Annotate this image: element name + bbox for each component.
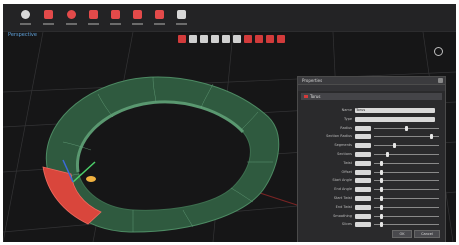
- object-name: Torus: [310, 94, 321, 99]
- add-button[interactable]: [108, 8, 123, 27]
- property-slider[interactable]: [374, 204, 439, 210]
- property-label: Radius: [340, 125, 352, 130]
- slider-knob[interactable]: [429, 134, 433, 140]
- property-slider[interactable]: [374, 187, 439, 193]
- property-value-field[interactable]: [355, 152, 371, 157]
- property-label: Sections: [337, 152, 352, 156]
- panel-subtitle: [298, 85, 445, 91]
- slider-knob[interactable]: [380, 213, 384, 219]
- property-row: Start Twist: [298, 195, 445, 202]
- torus-mesh: [42, 76, 280, 233]
- slider-knob[interactable]: [405, 125, 408, 131]
- property-slider[interactable]: [374, 196, 439, 201]
- property-slider[interactable]: [374, 152, 439, 157]
- property-row: Offset: [298, 169, 445, 176]
- ok-button[interactable]: OK: [392, 230, 412, 238]
- property-value-field[interactable]: [355, 125, 371, 131]
- property-value-field[interactable]: [355, 143, 371, 149]
- property-slider[interactable]: [374, 160, 439, 166]
- property-label: Start Angle: [332, 178, 352, 183]
- grid-button[interactable]: [152, 8, 167, 27]
- property-value-field[interactable]: [355, 178, 371, 184]
- close-icon[interactable]: [438, 78, 443, 83]
- property-slider[interactable]: [374, 178, 439, 184]
- property-label: Offset: [341, 169, 352, 174]
- plus-icon: [111, 10, 120, 19]
- property-value-field[interactable]: [355, 116, 435, 122]
- wrench-button[interactable]: [174, 8, 189, 27]
- wrench-icon: [177, 10, 186, 19]
- property-row: Radius: [298, 125, 445, 132]
- property-row: Sections: [298, 151, 445, 158]
- slider-knob[interactable]: [380, 178, 384, 184]
- property-label: Slices: [341, 222, 352, 227]
- object-row[interactable]: Torus: [301, 93, 442, 100]
- grid-icon: [155, 10, 164, 19]
- property-row: Segments: [298, 142, 445, 149]
- slider-knob[interactable]: [380, 222, 384, 228]
- properties-panel: Properties Torus Name Torus Type Radius Sect…: [297, 76, 446, 242]
- object-color-swatch: [304, 95, 308, 98]
- sphere-icon: [67, 10, 76, 19]
- property-label: Smoothing: [333, 213, 352, 218]
- move-button[interactable]: [130, 8, 145, 27]
- new-button[interactable]: [18, 8, 33, 27]
- property-row: Start Angle: [298, 177, 445, 184]
- property-row: Twist: [298, 160, 445, 167]
- property-label: Name: [341, 108, 352, 112]
- panel-title: Properties: [298, 77, 445, 85]
- app-window: Perspective Properties Torus Name Torus …: [3, 4, 456, 242]
- property-value-field[interactable]: [355, 169, 371, 175]
- property-row: End Twist: [298, 204, 445, 211]
- property-row: Name Torus: [298, 107, 445, 114]
- property-value-field[interactable]: [355, 204, 371, 210]
- property-slider[interactable]: [374, 213, 439, 219]
- property-label: Section Radius: [326, 134, 352, 139]
- property-label: End Twist: [335, 204, 352, 209]
- slider-knob[interactable]: [380, 204, 384, 210]
- property-value-field[interactable]: [355, 160, 371, 166]
- cube-button[interactable]: [86, 8, 101, 27]
- slider-knob[interactable]: [380, 196, 384, 201]
- property-label: Start Twist: [333, 196, 352, 200]
- property-slider[interactable]: [374, 169, 439, 175]
- property-value-field[interactable]: [355, 196, 371, 201]
- property-slider[interactable]: [374, 222, 439, 228]
- property-value-field[interactable]: Torus: [355, 108, 435, 113]
- slider-knob[interactable]: [386, 152, 390, 157]
- brush-icon: [44, 10, 53, 19]
- property-slider[interactable]: [374, 134, 439, 140]
- cube-icon: [89, 10, 98, 19]
- property-value-field[interactable]: [355, 134, 371, 140]
- property-row: Slices: [298, 221, 445, 228]
- property-label: Segments: [334, 143, 352, 148]
- slider-knob[interactable]: [380, 169, 384, 175]
- property-row: Section Radius: [298, 133, 445, 140]
- property-label: Twist: [343, 160, 352, 165]
- property-slider[interactable]: [374, 125, 439, 131]
- property-row: Type: [298, 116, 445, 123]
- cancel-button[interactable]: Cancel: [414, 230, 440, 238]
- property-value-field[interactable]: [355, 222, 371, 228]
- property-value-field[interactable]: [355, 187, 371, 193]
- slider-knob[interactable]: [380, 187, 384, 193]
- property-label: End Angle: [334, 187, 352, 192]
- move-icon: [133, 10, 142, 19]
- slider-knob[interactable]: [392, 143, 396, 149]
- slider-knob[interactable]: [380, 160, 384, 166]
- property-slider[interactable]: [374, 143, 439, 149]
- main-toolbar: [3, 4, 456, 32]
- sphere-button[interactable]: [64, 8, 79, 27]
- property-row: End Angle: [298, 186, 445, 193]
- brush-button[interactable]: [41, 8, 56, 27]
- property-label: Type: [343, 116, 352, 121]
- new-icon: [21, 10, 30, 19]
- property-row: Smoothing: [298, 213, 445, 220]
- property-value-field[interactable]: [355, 213, 371, 219]
